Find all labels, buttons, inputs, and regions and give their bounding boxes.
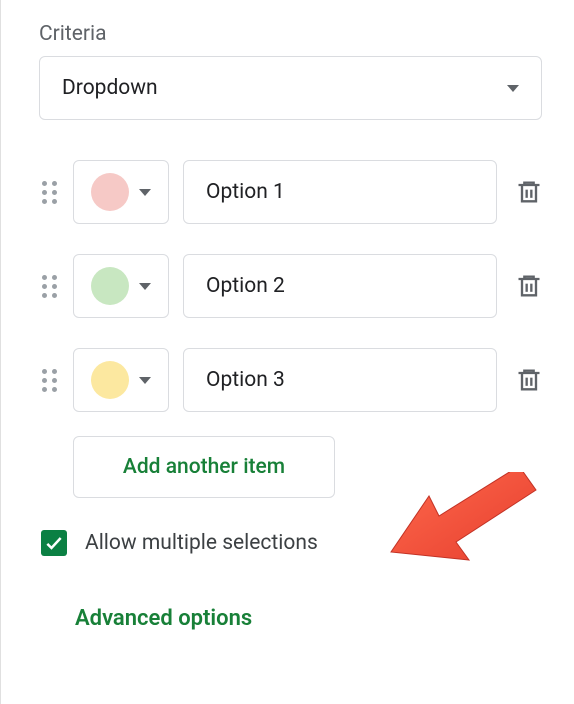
chevron-down-icon	[139, 377, 151, 384]
drag-handle-icon[interactable]	[39, 275, 59, 298]
allow-multiple-label: Allow multiple selections	[85, 531, 318, 555]
delete-option-button[interactable]	[511, 272, 547, 300]
advanced-options-label: Advanced options	[75, 606, 252, 631]
add-item-label: Add another item	[123, 455, 285, 479]
add-another-item-button[interactable]: Add another item	[73, 436, 335, 498]
data-validation-panel: Criteria Dropdown	[0, 0, 574, 704]
criteria-select-value: Dropdown	[62, 76, 158, 100]
chip-color-select[interactable]	[73, 254, 169, 318]
delete-option-button[interactable]	[511, 178, 547, 206]
allow-multiple-checkbox[interactable]	[41, 530, 67, 556]
advanced-options-link[interactable]: Advanced options	[75, 606, 542, 631]
color-swatch	[91, 267, 129, 305]
check-icon	[44, 533, 64, 553]
option-value-input[interactable]	[183, 254, 497, 318]
criteria-select[interactable]: Dropdown	[39, 56, 542, 120]
trash-icon	[515, 178, 543, 206]
option-value-input[interactable]	[183, 160, 497, 224]
color-swatch	[91, 173, 129, 211]
option-row	[39, 348, 542, 412]
chevron-down-icon	[139, 189, 151, 196]
delete-option-button[interactable]	[511, 366, 547, 394]
option-row	[39, 254, 542, 318]
option-row	[39, 160, 542, 224]
allow-multiple-row: Allow multiple selections	[41, 530, 542, 556]
chip-color-select[interactable]	[73, 160, 169, 224]
trash-icon	[515, 272, 543, 300]
color-swatch	[91, 361, 129, 399]
chevron-down-icon	[507, 85, 519, 92]
drag-handle-icon[interactable]	[39, 369, 59, 392]
chip-color-select[interactable]	[73, 348, 169, 412]
option-value-input[interactable]	[183, 348, 497, 412]
chevron-down-icon	[139, 283, 151, 290]
drag-handle-icon[interactable]	[39, 181, 59, 204]
criteria-label: Criteria	[39, 22, 542, 46]
options-list	[39, 160, 542, 412]
trash-icon	[515, 366, 543, 394]
